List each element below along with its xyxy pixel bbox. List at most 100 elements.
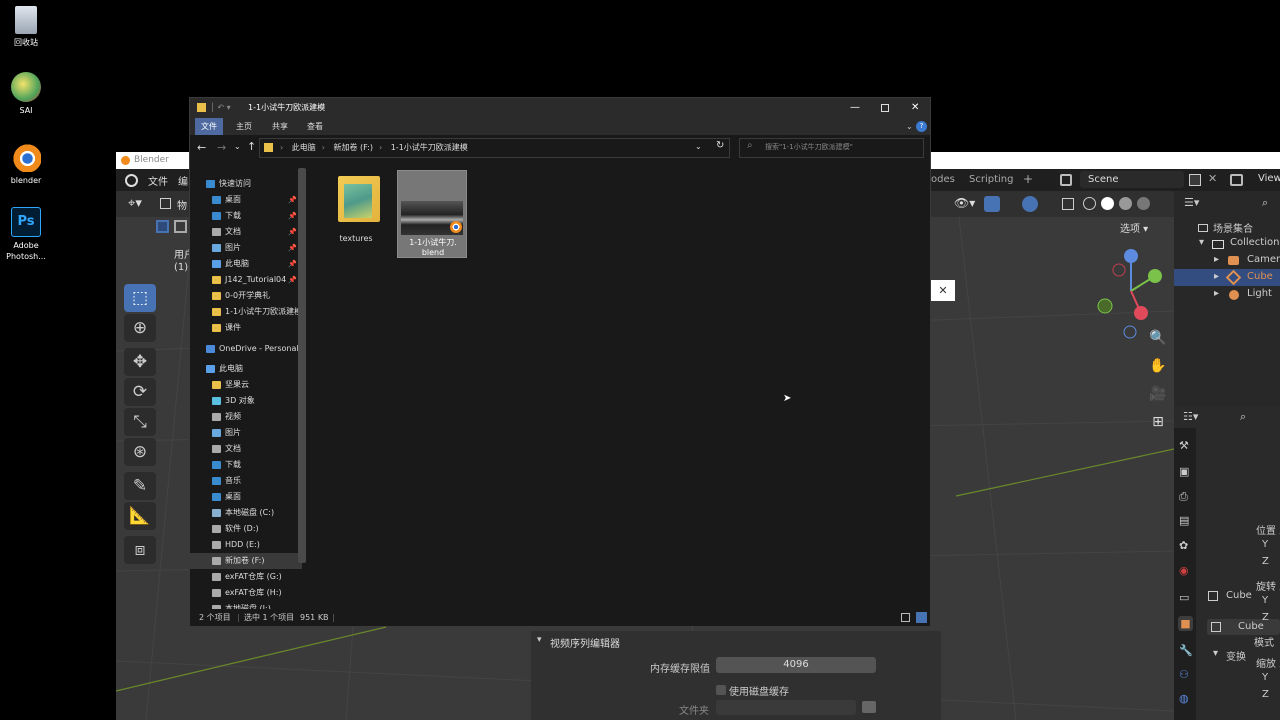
wireframe-shading-icon[interactable] — [1083, 197, 1096, 210]
tab-scripting[interactable]: Scripting — [969, 174, 1013, 185]
nav-item[interactable]: 图片 — [190, 425, 302, 441]
editor-type-icon[interactable]: ⌖▾ — [128, 196, 142, 211]
large-icons-view-button[interactable] — [916, 612, 927, 623]
nav-item[interactable]: 下载 📌 — [190, 208, 302, 224]
breadcrumb-current-folder[interactable]: 1-1小试牛刀欧派建模 — [391, 143, 468, 152]
preferences-dialog-close[interactable]: ✕ — [931, 280, 955, 301]
close-button[interactable]: ✕ — [911, 98, 919, 118]
pan-hand-icon[interactable]: ✋ — [1146, 354, 1170, 378]
ribbon-tab-file[interactable]: 文件 — [195, 118, 223, 135]
menu-edit[interactable]: 编 — [178, 173, 188, 188]
collection-expand-icon[interactable]: ▾ — [1199, 237, 1204, 248]
nav-item[interactable]: exFAT仓库 (G:) — [190, 569, 302, 585]
camera-view-icon[interactable]: 🎥 — [1146, 382, 1170, 406]
file-explorer-window[interactable]: │ ↶ ▾ 1-1小试牛刀欧派建模 — ✕ 文件 主页 共享 查看 ⌄ ? ← … — [189, 97, 931, 626]
file-item-folder[interactable]: textures — [323, 170, 389, 254]
desktop-icon-recycle-bin[interactable]: 回收站 — [4, 6, 48, 48]
physics-tab-icon[interactable]: ◍ — [1179, 692, 1189, 705]
view-layer-tab-icon[interactable]: ▤ — [1179, 514, 1189, 527]
copy-scene-icon[interactable] — [1189, 174, 1201, 186]
cache-limit-field[interactable]: 4096 — [716, 657, 876, 673]
transform-section-title[interactable]: 变换 — [1226, 648, 1246, 663]
nav-item[interactable]: 桌面 📌 — [190, 192, 302, 208]
select-mode-icon[interactable] — [156, 220, 169, 233]
refresh-icon[interactable]: ↻ — [716, 140, 724, 151]
properties-editor-icon[interactable]: ☷▾ — [1183, 410, 1198, 423]
object-tab-icon[interactable]: ■ — [1178, 616, 1193, 631]
nav-item[interactable]: 0-0开学典礼 — [190, 288, 302, 304]
object-mode-label[interactable]: 物 — [177, 197, 187, 212]
select-mode-icon-2[interactable] — [174, 220, 187, 233]
nav-item[interactable]: 音乐 — [190, 473, 302, 489]
nav-item[interactable]: 下载 — [190, 457, 302, 473]
desktop-icon-photoshop[interactable]: Ps Adobe Photosh... — [4, 207, 48, 262]
view-layer-label[interactable]: Viewi — [1258, 173, 1280, 184]
ribbon-tab-view[interactable]: 查看 — [301, 118, 329, 135]
object-mode-icon[interactable] — [160, 198, 171, 209]
solid-shading-icon[interactable] — [1101, 197, 1114, 210]
outliner[interactable]: ☰▾ ⌕ 场景集合 ▾ Collection ▸ Camera ▸ Cube ▸… — [1174, 191, 1280, 406]
gizmo-toggle-icon[interactable] — [984, 196, 1000, 212]
tab-nodes[interactable]: odes — [931, 174, 955, 185]
collection-tab-icon[interactable]: ▭ — [1179, 591, 1189, 604]
address-dropdown-icon[interactable]: ⌄ — [695, 142, 702, 151]
overlay-toggle-icon[interactable] — [1022, 196, 1038, 212]
nav-item[interactable]: J142_Tutorial04 📌 — [190, 272, 302, 288]
measure-tool[interactable]: 📐 — [124, 502, 156, 530]
nav-item[interactable]: 坚果云 — [190, 377, 302, 393]
scene-selector[interactable]: Scene — [1080, 171, 1184, 188]
nav-item[interactable]: 软件 (D:) — [190, 521, 302, 537]
outliner-filter-icon[interactable]: ☰▾ — [1184, 196, 1199, 209]
transform-tool[interactable]: ⊛ — [124, 438, 156, 466]
nav-item[interactable]: 新加卷 (F:) — [190, 553, 302, 569]
nav-item[interactable]: exFAT仓库 (H:) — [190, 585, 302, 601]
forward-button[interactable]: → — [217, 141, 226, 154]
desktop-icon-sai[interactable]: SAI — [4, 72, 48, 116]
visibility-icon[interactable]: 👁▾ — [954, 196, 975, 210]
recent-locations-icon[interactable]: ⌄ — [234, 142, 241, 151]
section-toggle-icon[interactable]: ▾ — [537, 635, 542, 645]
rotate-tool[interactable]: ⟳ — [124, 378, 156, 406]
select-box-tool[interactable]: ⬚ — [124, 284, 156, 312]
folder-field[interactable] — [716, 700, 856, 715]
options-button[interactable]: 选项 ▾ — [1120, 220, 1148, 235]
quick-access-toolbar[interactable]: │ ↶ ▾ — [210, 98, 231, 118]
nav-item[interactable]: 本地磁盘 (C:) — [190, 505, 302, 521]
output-tab-icon[interactable]: ⎙ — [1179, 490, 1188, 504]
nav-item[interactable]: 课件 — [190, 320, 302, 336]
annotate-tool[interactable]: ✎ — [124, 472, 156, 500]
nav-scrollbar[interactable] — [298, 168, 306, 563]
outliner-item-light[interactable]: Light — [1247, 288, 1272, 299]
rendered-shading-icon[interactable] — [1137, 197, 1150, 210]
nav-item[interactable]: 图片 📌 — [190, 240, 302, 256]
back-button[interactable]: ← — [197, 141, 206, 154]
close-scene-icon[interactable]: ✕ — [1208, 172, 1217, 185]
minimize-button[interactable]: — — [850, 98, 860, 118]
grid-view-icon[interactable]: ⊞ — [1146, 410, 1170, 434]
nav-item[interactable]: 文档 📌 — [190, 224, 302, 240]
maximize-button[interactable] — [881, 104, 889, 112]
disk-cache-checkbox[interactable] — [716, 685, 726, 695]
add-workspace-button[interactable]: + — [1023, 172, 1033, 186]
folder-browse-icon[interactable] — [862, 701, 876, 713]
nav-item[interactable]: 3D 对象 — [190, 393, 302, 409]
camera-expand-icon[interactable]: ▸ — [1214, 254, 1219, 265]
zoom-icon[interactable]: 🔍 — [1146, 326, 1170, 350]
outliner-search-icon[interactable]: ⌕ — [1262, 196, 1268, 210]
nav-item[interactable]: 此电脑 📌 — [190, 256, 302, 272]
section-title[interactable]: 视频序列编辑器 — [550, 635, 620, 650]
transform-toggle-icon[interactable]: ▾ — [1213, 648, 1218, 659]
light-expand-icon[interactable]: ▸ — [1214, 288, 1219, 299]
xray-icon[interactable] — [1062, 198, 1074, 210]
menu-file[interactable]: 文件 — [148, 173, 168, 188]
navigation-pane[interactable]: 快速访问 桌面 📌 下载 📌 文档 📌 图片 📌 此电脑 📌 J142_Tutorial04 📌 0-0开… — [190, 164, 310, 609]
tool-tab-icon[interactable]: ⚒ — [1179, 439, 1189, 452]
outliner-item-cube[interactable]: Cube — [1247, 271, 1273, 282]
modifier-tab-icon[interactable]: 🔧 — [1179, 644, 1193, 657]
desktop-icon-blender[interactable]: blender — [4, 142, 48, 186]
nav-item[interactable]: OneDrive - Personal — [190, 341, 302, 357]
scene-tab-icon[interactable]: ✿ — [1179, 539, 1188, 552]
outliner-collection[interactable]: Collection — [1230, 237, 1279, 248]
nav-item[interactable]: 桌面 — [190, 489, 302, 505]
ribbon-tab-home[interactable]: 主页 — [230, 118, 258, 135]
